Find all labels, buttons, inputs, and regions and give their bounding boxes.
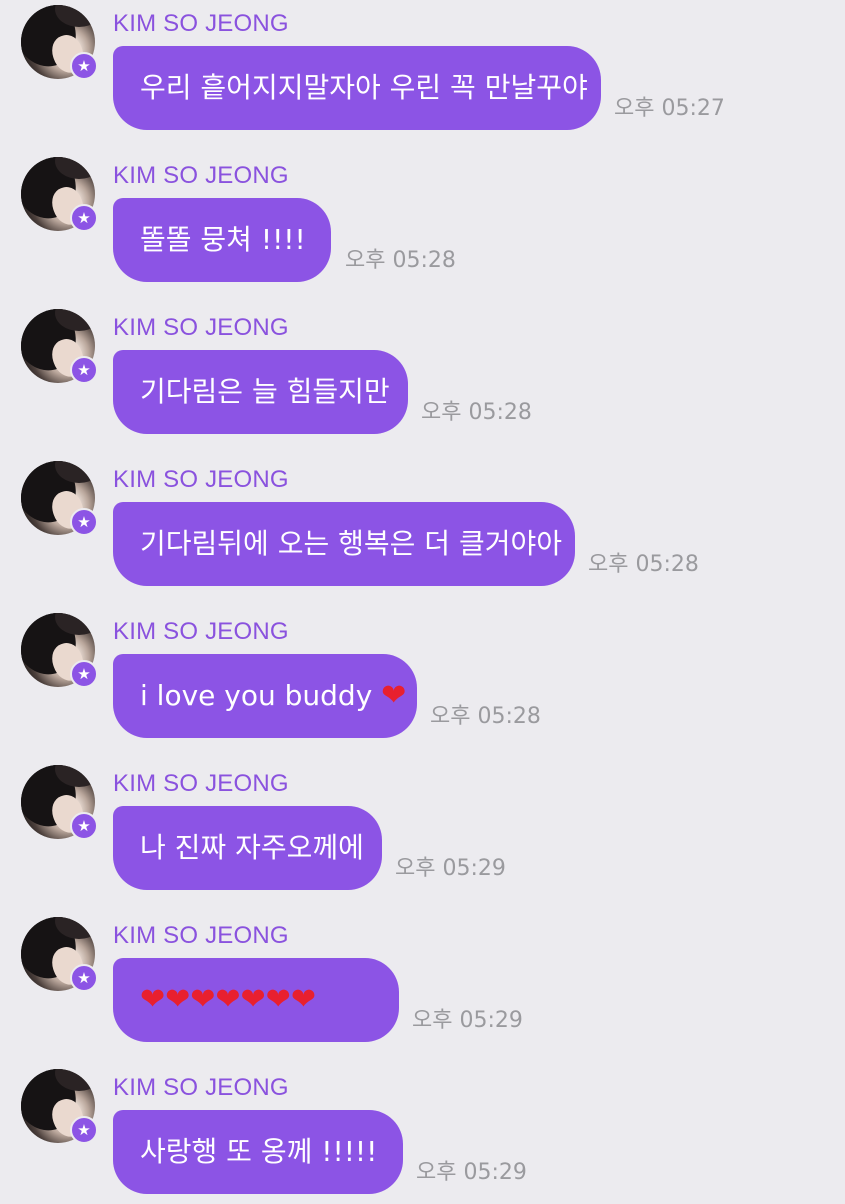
sender-name: KIM SO JEONG: [113, 922, 289, 949]
chat-message: ★ KIM SO JEONG 우리 흩어지지말자아 우린 꼭 만날꾸야 오후 0…: [0, 0, 845, 140]
star-icon: ★: [70, 812, 98, 840]
message-timestamp: 오후 05:29: [395, 856, 506, 881]
message-bubble[interactable]: i love you buddy ❤: [113, 654, 417, 738]
message-bubble[interactable]: 사랑행 또 옹께 !!!!!: [113, 1110, 403, 1194]
message-timestamp: 오후 05:27: [614, 96, 725, 121]
message-text: 사랑행 또 옹께 !!!!!: [140, 1135, 378, 1168]
message-timestamp: 오후 05:28: [345, 248, 456, 273]
sender-name: KIM SO JEONG: [113, 1074, 289, 1101]
star-icon: ★: [70, 1116, 98, 1144]
message-text: 나 진짜 자주오께에: [140, 831, 364, 864]
sender-name: KIM SO JEONG: [113, 618, 289, 645]
star-icon: ★: [70, 508, 98, 536]
message-text: i love you buddy: [140, 679, 382, 712]
star-icon: ★: [70, 52, 98, 80]
message-timestamp: 오후 05:29: [416, 1160, 527, 1185]
chat-message: ★ KIM SO JEONG i love you buddy ❤ 오후 05:…: [0, 608, 845, 748]
message-bubble[interactable]: 똘똘 뭉쳐 !!!!: [113, 198, 331, 282]
heart-emoji: ❤: [381, 678, 407, 713]
star-icon: ★: [70, 204, 98, 232]
message-bubble[interactable]: 기다림은 늘 힘들지만: [113, 350, 408, 434]
message-bubble[interactable]: 우리 흩어지지말자아 우린 꼭 만날꾸야: [113, 46, 601, 130]
message-bubble[interactable]: ❤❤❤❤❤❤❤: [113, 958, 399, 1042]
star-icon: ★: [70, 356, 98, 384]
chat-message: ★ KIM SO JEONG 똘똘 뭉쳐 !!!! 오후 05:28: [0, 152, 845, 292]
sender-name: KIM SO JEONG: [113, 314, 289, 341]
message-text: 똘똘 뭉쳐 !!!!: [140, 223, 306, 256]
sender-name: KIM SO JEONG: [113, 466, 289, 493]
message-bubble[interactable]: 기다림뒤에 오는 행복은 더 클거야아: [113, 502, 575, 586]
sender-name: KIM SO JEONG: [113, 10, 289, 37]
message-timestamp: 오후 05:28: [421, 400, 532, 425]
message-bubble[interactable]: 나 진짜 자주오께에: [113, 806, 382, 890]
message-timestamp: 오후 05:28: [430, 704, 541, 729]
chat-message: ★ KIM SO JEONG 나 진짜 자주오께에 오후 05:29: [0, 760, 845, 900]
message-text: 기다림은 늘 힘들지만: [140, 375, 390, 408]
message-text: 기다림뒤에 오는 행복은 더 클거야아: [140, 527, 563, 560]
chat-message: ★ KIM SO JEONG ❤❤❤❤❤❤❤ 오후 05:29: [0, 912, 845, 1052]
chat-message: ★ KIM SO JEONG 기다림은 늘 힘들지만 오후 05:28: [0, 304, 845, 444]
message-timestamp: 오후 05:28: [588, 552, 699, 577]
star-icon: ★: [70, 964, 98, 992]
sender-name: KIM SO JEONG: [113, 162, 289, 189]
chat-message: ★ KIM SO JEONG 기다림뒤에 오는 행복은 더 클거야아 오후 05…: [0, 456, 845, 596]
heart-emoji: ❤❤❤❤❤❤❤: [140, 982, 316, 1017]
message-timestamp: 오후 05:29: [412, 1008, 523, 1033]
message-text: 우리 흩어지지말자아 우린 꼭 만날꾸야: [140, 71, 588, 104]
star-icon: ★: [70, 660, 98, 688]
sender-name: KIM SO JEONG: [113, 770, 289, 797]
chat-message: ★ KIM SO JEONG 사랑행 또 옹께 !!!!! 오후 05:29: [0, 1064, 845, 1204]
